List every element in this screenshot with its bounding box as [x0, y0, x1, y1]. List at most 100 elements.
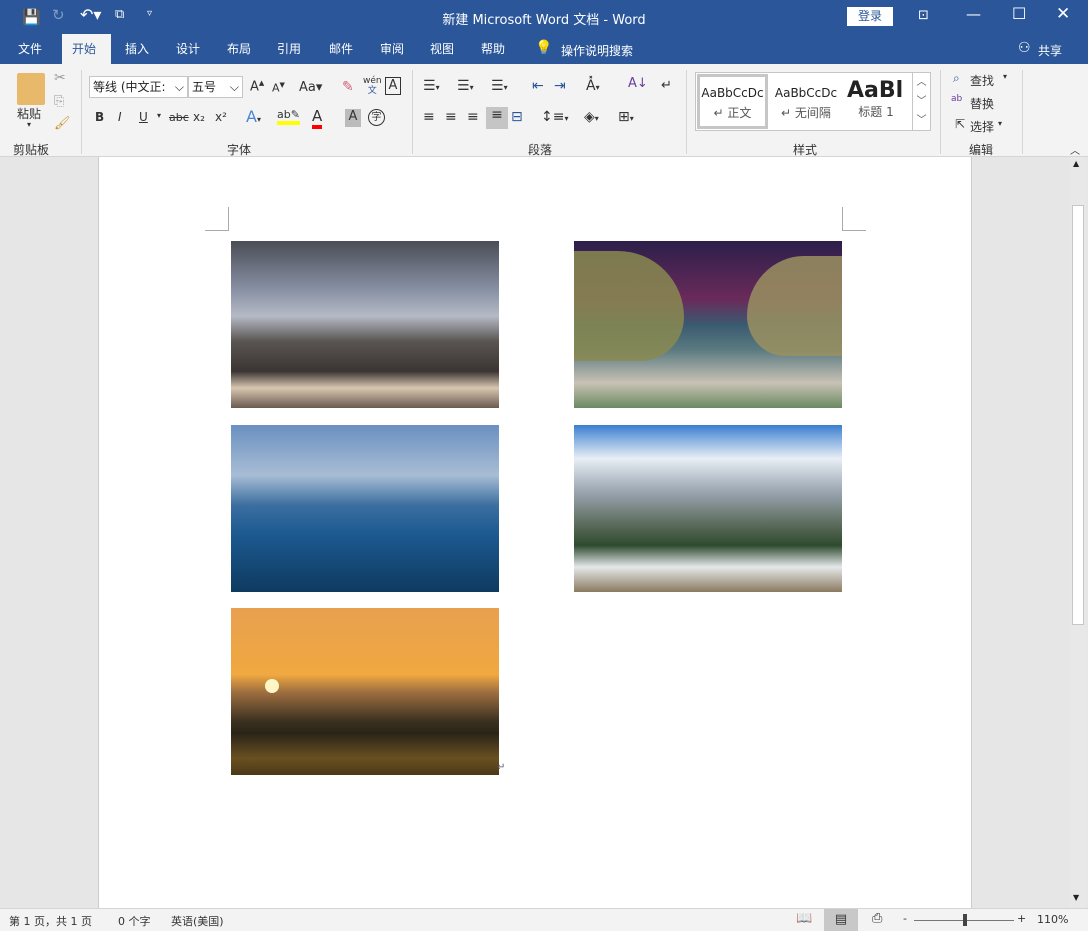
styles-scroll[interactable]: ︿ ﹀ ﹀ [912, 73, 930, 130]
tab-home[interactable]: 开始 [62, 34, 111, 64]
maximize-icon[interactable]: ☐ [1012, 4, 1026, 23]
text-effects-icon[interactable]: A▾ [246, 107, 261, 126]
page-count[interactable]: 第 1 页，共 1 页 [9, 913, 92, 929]
language[interactable]: 英语(美国) [171, 913, 224, 929]
show-marks-icon[interactable]: ↵ [661, 78, 672, 93]
collapse-ribbon-icon[interactable]: ︿ [1070, 142, 1080, 157]
replace-icon[interactable]: ab [951, 94, 962, 104]
document-page[interactable]: ↵ [98, 157, 972, 908]
bold-button[interactable]: B [95, 110, 104, 124]
ribbon-display-icon[interactable]: ⊡ [918, 8, 929, 23]
character-border-icon[interactable]: A [385, 77, 401, 95]
font-color-icon[interactable]: A [312, 107, 323, 129]
font-size-combo[interactable]: 五号 ⌵ [188, 76, 243, 98]
styles-group-label: 样式 [793, 143, 818, 157]
image-snowy-mountain-bridge[interactable] [574, 425, 842, 592]
zoom-level[interactable]: 110% [1037, 913, 1068, 926]
tab-file[interactable]: 文件 [8, 34, 52, 64]
phonetic-guide-icon[interactable]: wén 文 [363, 76, 382, 96]
font-name-combo[interactable]: 等线 (中文正: ⌵ [89, 76, 188, 98]
shrink-font-icon[interactable]: A▼ [272, 81, 285, 95]
align-right-icon[interactable]: ≡ [467, 109, 479, 125]
sort-icon[interactable]: A↓ [628, 76, 648, 91]
select-icon[interactable]: ⇱ [955, 117, 965, 131]
zoom-in-button[interactable]: + [1017, 912, 1026, 925]
scroll-down-icon[interactable]: ▼ [1073, 893, 1079, 902]
style-normal[interactable]: AaBbCcDc ↵ 正文 [697, 74, 768, 129]
scroll-up-icon[interactable]: ▲ [1073, 159, 1079, 168]
format-painter-icon[interactable]: 🖌 [54, 116, 71, 131]
tab-help[interactable]: 帮助 [471, 34, 515, 64]
close-icon[interactable]: ✕ [1056, 4, 1070, 24]
highlight-color-icon[interactable]: ab✎ [277, 108, 300, 125]
tab-references[interactable]: 引用 [267, 34, 311, 64]
align-left-icon[interactable]: ≡ [423, 109, 435, 125]
share-icon[interactable]: ⚇ [1018, 40, 1031, 56]
grow-font-icon[interactable]: A▲ [250, 79, 264, 94]
style-heading-1[interactable]: AaBl 标题 1 [844, 74, 908, 129]
minimize-icon[interactable]: — [966, 5, 981, 23]
bullets-icon[interactable]: ☰▾ [423, 78, 440, 94]
decrease-indent-icon[interactable]: ⇤ [532, 78, 544, 94]
image-blue-rocky-sea[interactable] [231, 425, 499, 592]
replace-button[interactable]: 替换 [970, 95, 994, 112]
vertical-scrollbar[interactable]: ▲ ▼ [1070, 157, 1086, 908]
underline-button[interactable]: U [139, 110, 148, 124]
tab-insert[interactable]: 插入 [115, 34, 159, 64]
shading-icon[interactable]: ◈▾ [584, 109, 599, 125]
title-bar: 💾 ↻ ↶▾ ⧉ ▿ 新建 Microsoft Word 文档 - Word 登… [0, 0, 1088, 34]
status-bar: 第 1 页，共 1 页 0 个字 英语(美国) 📖 ▤ ⎙ - + 110% [0, 908, 1088, 931]
asian-layout-icon[interactable]: A̽▾ [586, 78, 600, 94]
print-layout-icon[interactable]: ▤ [824, 909, 858, 931]
clipboard-group-label: 剪贴板 [13, 143, 50, 157]
justify-icon[interactable]: ≡ [486, 107, 508, 129]
lightbulb-icon: 💡 [535, 40, 553, 56]
tab-view[interactable]: 视图 [420, 34, 464, 64]
tab-layout[interactable]: 布局 [217, 34, 261, 64]
tab-review[interactable]: 审阅 [370, 34, 414, 64]
style-no-spacing[interactable]: AaBbCcDc ↵ 无间隔 [771, 74, 841, 129]
find-button[interactable]: 查找 [970, 72, 994, 89]
scroll-thumb[interactable] [1072, 205, 1084, 625]
share-button[interactable]: 共享 [1038, 42, 1062, 59]
zoom-out-button[interactable]: - [903, 912, 907, 925]
align-center-icon[interactable]: ≡ [445, 109, 457, 125]
tell-me-search[interactable]: 操作说明搜索 [561, 42, 633, 59]
strikethrough-button[interactable]: abc [169, 111, 189, 124]
line-spacing-icon[interactable]: ↕≡▾ [541, 109, 568, 125]
image-sunset-over-water[interactable] [231, 608, 499, 775]
read-mode-icon[interactable]: 📖 [796, 911, 812, 926]
copy-icon[interactable]: ⎘ [54, 94, 64, 109]
web-layout-icon[interactable]: ⎙ [872, 911, 882, 926]
increase-indent-icon[interactable]: ⇥ [554, 78, 566, 94]
ribbon-tabs: 文件 开始 插入 设计 布局 引用 邮件 审阅 视图 帮助 💡 操作说明搜索 ⚇… [0, 34, 1088, 64]
login-button[interactable]: 登录 [847, 7, 893, 26]
font-group-label: 字体 [227, 143, 252, 157]
select-button[interactable]: 选择 [970, 118, 994, 135]
multilevel-list-icon[interactable]: ☰▾ [491, 78, 508, 94]
italic-button[interactable]: I [118, 110, 122, 124]
enclose-characters-icon[interactable]: 字 [368, 109, 385, 126]
borders-icon[interactable]: ⊞▾ [618, 109, 634, 125]
image-rocky-beach-storm[interactable] [231, 241, 499, 408]
image-sea-arch-night[interactable] [574, 241, 842, 408]
zoom-slider-thumb[interactable] [963, 914, 967, 926]
margin-mark [842, 207, 866, 231]
word-count[interactable]: 0 个字 [118, 913, 151, 929]
numbering-icon[interactable]: ☰▾ [457, 78, 474, 94]
tab-design[interactable]: 设计 [166, 34, 210, 64]
paste-icon[interactable] [17, 73, 45, 105]
ribbon: 粘贴 ▾ ✂ ⎘ 🖌 剪贴板 等线 (中文正: ⌵ 五号 ⌵ A▲ A▼ Aa▾ ✎… [0, 64, 1088, 157]
subscript-button[interactable]: x₂ [193, 110, 205, 124]
styles-gallery: AaBbCcDc ↵ 正文 AaBbCcDc ↵ 无间隔 AaBl 标题 1 ︿… [695, 72, 931, 131]
paragraph-group-label: 段落 [528, 143, 553, 157]
tab-mailings[interactable]: 邮件 [319, 34, 363, 64]
distributed-icon[interactable]: ⊟ [511, 109, 523, 125]
change-case-button[interactable]: Aa▾ [299, 80, 322, 95]
character-shading-icon[interactable]: A [345, 109, 361, 127]
margin-mark [205, 207, 229, 231]
superscript-button[interactable]: x² [215, 110, 227, 124]
find-icon[interactable]: ⌕ [953, 71, 960, 86]
cut-icon[interactable]: ✂ [54, 70, 66, 86]
clear-formatting-icon[interactable]: ✎ [342, 79, 354, 95]
